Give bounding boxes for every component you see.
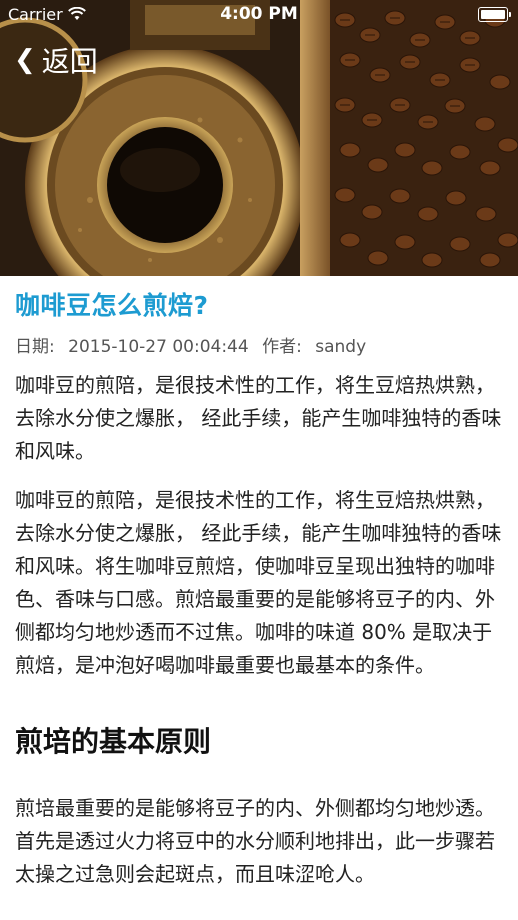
status-bar: Carrier 4:00 PM	[0, 0, 518, 30]
chevron-left-icon: ❮	[14, 45, 36, 75]
article-title: 咖啡豆怎么煎焙?	[15, 291, 209, 320]
article-paragraph: 咖啡豆的煎陪，是很技术性的工作，将生豆焙热烘熟，去除水分使之爆胀， 经此手续，能…	[15, 373, 502, 463]
article-meta: 日期: 2015-10-27 00:04:44 作者: sandy	[15, 332, 374, 357]
hero-image: Carrier 4:00 PM ❮ 返回	[0, 0, 518, 276]
author-value: sandy	[315, 337, 367, 357]
date-label: 日期:	[15, 337, 55, 357]
article-paragraph: 咖啡豆的煎陪，是很技术性的工作，将生豆焙热烘熟，去除水分使之爆胀， 经此手续，能…	[15, 488, 502, 677]
section-heading: 煎培的基本原则	[15, 725, 212, 758]
back-button[interactable]: ❮ 返回	[14, 40, 98, 80]
back-label: 返回	[41, 45, 98, 78]
article-paragraph: 煎培最重要的是能够将豆子的内、外侧都均匀地炒透。首先是透过火力将豆中的水分顺利地…	[15, 796, 495, 886]
battery-icon	[478, 7, 511, 22]
author-label: 作者:	[262, 337, 302, 357]
status-time: 4:00 PM	[220, 4, 298, 24]
date-value: 2015-10-27 00:04:44	[68, 337, 249, 357]
